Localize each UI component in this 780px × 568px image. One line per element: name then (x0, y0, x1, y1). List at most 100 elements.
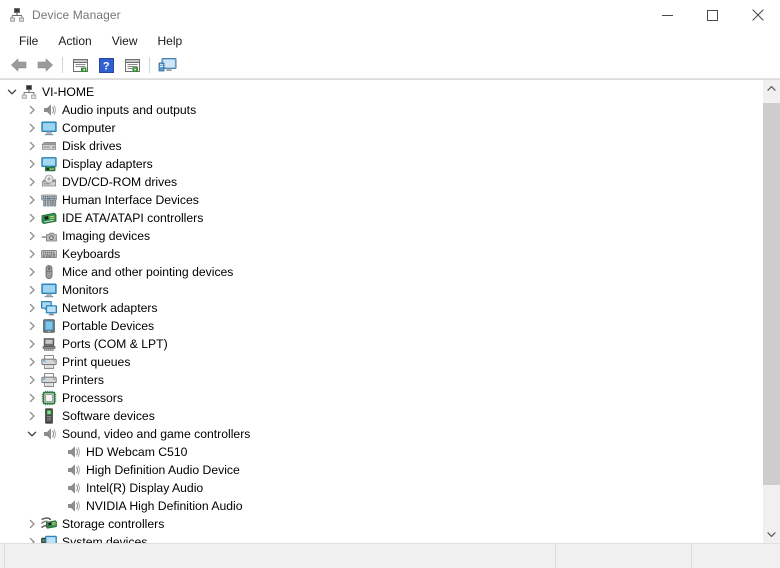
camera-icon (41, 228, 57, 244)
tree-item[interactable]: IDE ATA/ATAPI controllers (0, 209, 762, 227)
tree-item[interactable]: Ports (COM & LPT) (0, 335, 762, 353)
tree-item-label: Print queues (62, 355, 131, 369)
close-button[interactable] (735, 0, 780, 30)
expand-toggle-closed[interactable] (25, 227, 39, 245)
tree-item-label: Monitors (62, 283, 109, 297)
tree-item-label: Keyboards (62, 247, 121, 261)
scroll-up-icon (767, 85, 776, 91)
tree-item[interactable]: High Definition Audio Device (0, 461, 762, 479)
scan-hardware-button[interactable] (154, 54, 180, 76)
menu-help[interactable]: Help (149, 32, 192, 50)
port-icon (41, 336, 57, 352)
tree-item[interactable]: Computer (0, 119, 762, 137)
tree-item[interactable]: Network adapters (0, 299, 762, 317)
tree-item[interactable]: Intel(R) Display Audio (0, 479, 762, 497)
printer-icon (41, 354, 57, 370)
expand-toggle-closed[interactable] (25, 263, 39, 281)
expand-toggle-closed[interactable] (25, 101, 39, 119)
show-hidden-button[interactable] (119, 54, 145, 76)
vertical-scrollbar[interactable] (762, 80, 780, 543)
expand-toggle-closed[interactable] (25, 335, 39, 353)
speaker-icon (65, 498, 81, 514)
toolbar: ? (0, 52, 780, 79)
tree-item-label: Sound, video and game controllers (62, 427, 251, 441)
monitor-icon (41, 282, 57, 298)
tree-item[interactable]: Software devices (0, 407, 762, 425)
tree-item[interactable]: Printers (0, 371, 762, 389)
mouse-icon (41, 264, 57, 280)
expand-toggle-closed[interactable] (25, 317, 39, 335)
tree-item[interactable]: Monitors (0, 281, 762, 299)
expand-toggle-closed[interactable] (25, 533, 39, 543)
back-button[interactable] (6, 54, 32, 76)
tree-item[interactable]: Mice and other pointing devices (0, 263, 762, 281)
tree-item[interactable]: Portable Devices (0, 317, 762, 335)
ide-controller-icon (41, 210, 57, 226)
expand-toggle-closed[interactable] (25, 371, 39, 389)
computer-network-icon (21, 84, 37, 100)
tree-item-label: Intel(R) Display Audio (86, 481, 204, 495)
tree-item[interactable]: NVIDIA High Definition Audio (0, 497, 762, 515)
window-list-icon (124, 58, 140, 72)
expand-toggle-closed[interactable] (25, 407, 39, 425)
forward-button[interactable] (32, 54, 58, 76)
scroll-down-button[interactable] (763, 526, 780, 543)
tree-item[interactable]: Print queues (0, 353, 762, 371)
menu-action[interactable]: Action (49, 32, 100, 50)
hid-icon (41, 192, 57, 208)
chevron-right-icon (29, 159, 35, 169)
expand-toggle-closed[interactable] (25, 137, 39, 155)
expand-toggle-closed[interactable] (25, 245, 39, 263)
expand-toggle-closed[interactable] (25, 155, 39, 173)
properties-button[interactable] (67, 54, 93, 76)
scrollbar-thumb[interactable] (763, 103, 780, 485)
device-tree[interactable]: VI-HOME Audio inputs and outputs Compute… (0, 80, 762, 543)
menu-bar: File Action View Help (0, 30, 780, 52)
expand-toggle-open[interactable] (25, 425, 39, 443)
scrollbar-track[interactable] (763, 97, 780, 526)
tree-item[interactable]: HD Webcam C510 (0, 443, 762, 461)
expand-toggle-closed[interactable] (25, 281, 39, 299)
tree-item[interactable]: Processors (0, 389, 762, 407)
expand-toggle-closed[interactable] (25, 191, 39, 209)
menu-view[interactable]: View (103, 32, 147, 50)
expand-toggle-closed[interactable] (25, 209, 39, 227)
tree-item[interactable]: Human Interface Devices (0, 191, 762, 209)
expand-toggle-open[interactable] (5, 83, 19, 101)
tree-item[interactable]: Audio inputs and outputs (0, 101, 762, 119)
tree-item-label: DVD/CD-ROM drives (62, 175, 178, 189)
expand-toggle-closed[interactable] (25, 515, 39, 533)
chevron-right-icon (29, 231, 35, 241)
tree-item[interactable]: Keyboards (0, 245, 762, 263)
expand-toggle-closed[interactable] (25, 389, 39, 407)
system-device-icon (41, 534, 57, 543)
speaker-icon (65, 462, 81, 478)
title-bar: Device Manager (0, 0, 780, 30)
tree-item[interactable]: Sound, video and game controllers (0, 425, 762, 443)
tree-item[interactable]: DVD/CD-ROM drives (0, 173, 762, 191)
tree-item[interactable]: Disk drives (0, 137, 762, 155)
tree-item[interactable]: Storage controllers (0, 515, 762, 533)
forward-arrow-icon (37, 58, 53, 72)
speaker-icon (41, 102, 57, 118)
chevron-right-icon (29, 393, 35, 403)
expand-toggle-closed[interactable] (25, 353, 39, 371)
expand-toggle-closed[interactable] (25, 299, 39, 317)
expand-toggle-closed[interactable] (25, 173, 39, 191)
tree-item[interactable]: VI-HOME (0, 83, 762, 101)
storage-controller-icon (41, 516, 57, 532)
help-button[interactable]: ? (93, 54, 119, 76)
maximize-button[interactable] (690, 0, 735, 30)
content-panel: VI-HOME Audio inputs and outputs Compute… (0, 79, 780, 543)
expand-toggle-closed[interactable] (25, 119, 39, 137)
tree-item[interactable]: System devices (0, 533, 762, 543)
tree-item[interactable]: Display adapters (0, 155, 762, 173)
tree-item[interactable]: Imaging devices (0, 227, 762, 245)
tree-item-label: IDE ATA/ATAPI controllers (62, 211, 204, 225)
device-manager-icon (9, 7, 25, 23)
scroll-up-button[interactable] (763, 80, 780, 97)
menu-file[interactable]: File (10, 32, 47, 50)
tree-item-label: VI-HOME (42, 85, 95, 99)
status-pane-2 (5, 544, 556, 568)
minimize-button[interactable] (645, 0, 690, 30)
